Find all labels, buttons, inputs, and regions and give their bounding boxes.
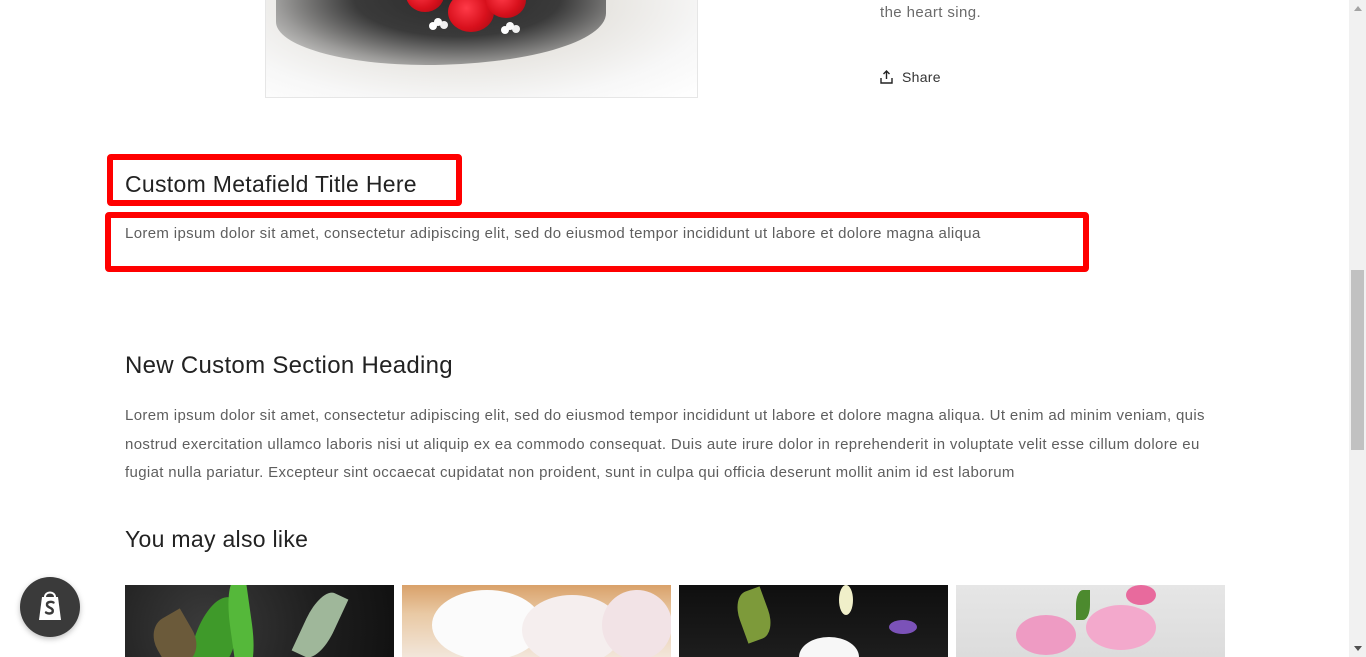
metafield-text: Lorem ipsum dolor sit amet, consectetur … <box>125 225 981 242</box>
recommendations-heading: You may also like <box>125 526 309 552</box>
highlight-box-text <box>105 212 1089 272</box>
scrollbar-thumb[interactable] <box>1351 270 1364 450</box>
product-card[interactable] <box>402 585 671 657</box>
alstroemeria <box>1016 615 1076 655</box>
metafield-title: Custom Metafield Title Here <box>125 171 417 197</box>
product-card[interactable] <box>125 585 394 657</box>
custom-section-body: Lorem ipsum dolor sit amet, consectetur … <box>125 407 1205 481</box>
wrap-decoration <box>276 0 606 65</box>
custom-section-heading: New Custom Section Heading <box>125 352 453 379</box>
share-icon <box>880 70 893 84</box>
alstroemeria <box>1126 585 1156 605</box>
product-image[interactable] <box>265 0 698 98</box>
product-card[interactable] <box>679 585 948 657</box>
lily-bud <box>839 585 853 615</box>
shopify-chat-button[interactable] <box>20 577 80 637</box>
babys-breath <box>506 22 514 30</box>
chrysanthemum <box>799 637 859 657</box>
leaf <box>291 586 349 657</box>
share-button[interactable]: Share <box>880 67 941 87</box>
share-label: Share <box>902 69 941 85</box>
scroll-up-arrow[interactable] <box>1349 0 1366 17</box>
leaf <box>1076 590 1090 620</box>
babys-breath <box>434 18 442 26</box>
statice <box>889 620 917 634</box>
shopify-bag-icon <box>35 588 65 627</box>
product-description: the heart sing. <box>880 4 982 21</box>
orchid-petal <box>602 590 671 657</box>
scroll-down-arrow[interactable] <box>1349 640 1366 657</box>
leaf <box>731 586 777 644</box>
alstroemeria <box>1086 605 1156 650</box>
product-card[interactable] <box>956 585 1225 657</box>
